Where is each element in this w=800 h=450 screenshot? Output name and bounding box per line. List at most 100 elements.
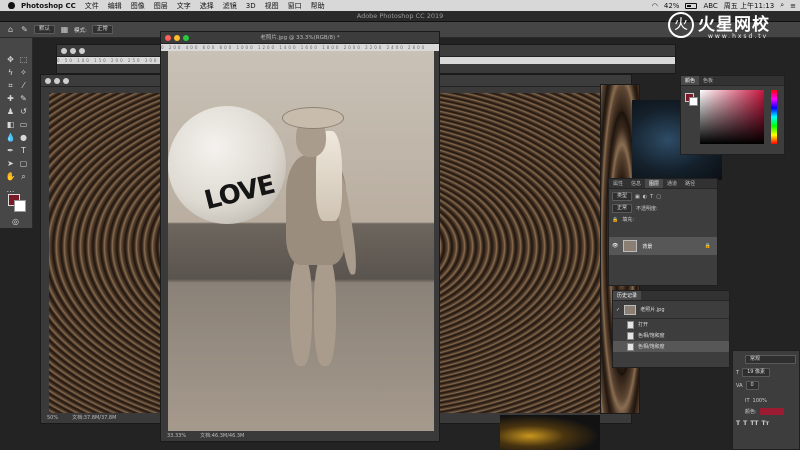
lasso-tool-icon[interactable]: ϟ [5, 67, 16, 78]
tab-layers[interactable]: 图层 [645, 179, 664, 188]
blend-mode-select[interactable]: 正常 [612, 204, 633, 213]
marquee-tool-icon[interactable]: ⬚ [18, 54, 29, 65]
font-style-select[interactable]: 常规 [745, 355, 796, 364]
history-item-open[interactable]: 打开 [613, 319, 729, 330]
crop-tool-icon[interactable]: ⌗ [5, 80, 16, 91]
zoom-tool-icon[interactable]: ⌕ [18, 171, 29, 182]
tab-paths[interactable]: 路径 [681, 179, 699, 188]
input-method[interactable]: ABC [703, 2, 717, 10]
font-size-field[interactable]: 19 像素 [742, 368, 771, 377]
tab-swatches[interactable]: 色板 [699, 76, 717, 85]
hand-tool-icon[interactable]: ✋ [5, 171, 16, 182]
zoom-icon[interactable] [79, 48, 85, 54]
filter-adjust-icon[interactable]: ◐ [643, 194, 647, 200]
layer-name[interactable]: 背景 [642, 243, 652, 250]
color-label: 颜色: [745, 409, 757, 415]
history-brush-icon[interactable]: ↺ [18, 106, 29, 117]
battery-icon[interactable] [685, 2, 698, 9]
shape-tool-icon[interactable]: ▢ [18, 158, 29, 169]
close-icon[interactable] [45, 78, 51, 84]
blur-tool-icon[interactable]: 💧 [5, 132, 16, 143]
document-window-photo[interactable]: 老照片.jpg @ 33.3%(RGB/8) * 0 200 400 600 8… [160, 31, 440, 442]
apple-icon[interactable] [8, 2, 15, 9]
home-icon[interactable]: ⌂ [6, 25, 15, 34]
menu-list-icon[interactable]: ≡ [790, 2, 796, 10]
menu-view[interactable]: 视图 [265, 1, 279, 11]
filter-type-icon[interactable]: T [650, 194, 653, 200]
quick-mask-icon[interactable]: ◎ [10, 216, 21, 227]
faux-bold-icon[interactable]: T [736, 420, 740, 427]
document-title: 老照片.jpg @ 33.3%(RGB/8) * [260, 35, 340, 41]
type-tool-icon[interactable]: T [18, 145, 29, 156]
menu-filter[interactable]: 滤镜 [223, 1, 237, 11]
history-snapshot[interactable]: ✓ 老照片.jpg [613, 301, 729, 319]
menu-edit[interactable]: 编辑 [108, 1, 122, 11]
tab-properties[interactable]: 属性 [609, 179, 627, 188]
menu-image[interactable]: 图像 [131, 1, 145, 11]
menu-window[interactable]: 窗口 [288, 1, 302, 11]
zoom-icon[interactable] [63, 78, 69, 84]
layer-filter-kind[interactable]: 类型 [612, 192, 633, 201]
mode-select[interactable]: 正常 [91, 25, 113, 34]
filter-shape-icon[interactable]: ▢ [656, 194, 661, 200]
menu-file[interactable]: 文件 [85, 1, 99, 11]
tab-channels[interactable]: 通道 [663, 179, 681, 188]
history-item-hue-sat-1[interactable]: 色相/饱和度 [613, 330, 729, 341]
tracking-field[interactable]: 0 [745, 381, 759, 390]
zoom-level[interactable]: 50% [47, 414, 58, 423]
canvas-photo[interactable]: LOVE [168, 51, 434, 431]
close-icon[interactable] [165, 35, 171, 41]
brush-icon[interactable]: ✎ [18, 93, 29, 104]
menu-app-name[interactable]: Photoshop CC [21, 2, 76, 10]
minimize-icon[interactable] [70, 48, 76, 54]
visibility-eye-icon[interactable]: 👁 [612, 243, 618, 249]
preset-picker[interactable]: 默认 [34, 25, 56, 34]
text-color-swatch[interactable] [759, 408, 784, 415]
tab-info[interactable]: 信息 [627, 179, 645, 188]
search-icon[interactable]: ⌕ [780, 1, 784, 10]
history-item-label: 打开 [638, 322, 649, 328]
layer-row-background[interactable]: 👁 背景 🔒 [609, 237, 717, 255]
document-tab-photo[interactable]: 老照片.jpg @ 33.3%(RGB/8) * [161, 32, 439, 44]
lock-icon[interactable]: 🔒 [612, 217, 618, 223]
wifi-icon[interactable]: ◠ [652, 2, 658, 10]
menu-3d[interactable]: 3D [246, 2, 256, 10]
minimize-icon[interactable] [174, 35, 180, 41]
history-item-hue-sat-2[interactable]: 色相/饱和度 [613, 341, 729, 352]
zoom-level[interactable]: 33.33% [167, 432, 186, 441]
document-icon [627, 342, 634, 351]
minimize-icon[interactable] [54, 78, 60, 84]
pen-tool-icon[interactable]: ✒ [5, 145, 16, 156]
magic-wand-icon[interactable]: ✧ [18, 67, 29, 78]
vertical-scale-value[interactable]: 100% [753, 398, 767, 404]
menu-help[interactable]: 帮助 [311, 1, 325, 11]
panel-background-swatch[interactable] [689, 97, 698, 106]
battery-percent: 42% [663, 1, 680, 10]
gradient-icon[interactable]: ▭ [18, 119, 29, 130]
dodge-tool-icon[interactable]: ● [18, 132, 29, 143]
path-select-icon[interactable]: ➤ [5, 158, 16, 169]
character-panel: 常规 T 19 像素 VA 0 IT 100% 颜色: T T TT Tт [732, 350, 800, 450]
clone-stamp-icon[interactable]: ♟ [5, 106, 16, 117]
hue-slider[interactable] [771, 90, 777, 144]
menu-select[interactable]: 选择 [200, 1, 214, 11]
menu-type[interactable]: 文字 [177, 1, 191, 11]
background-color-swatch[interactable] [14, 200, 26, 212]
brush-tool-icon[interactable]: ✎ [20, 25, 29, 34]
close-icon[interactable] [61, 48, 67, 54]
color-picker-field[interactable] [700, 90, 764, 144]
tab-history[interactable]: 历史记录 [613, 291, 642, 300]
menu-layer[interactable]: 图层 [154, 1, 168, 11]
filter-pixel-icon[interactable]: ▣ [635, 194, 640, 200]
brush-panel-icon[interactable]: ▦ [60, 25, 69, 34]
eyedropper-icon[interactable]: ⁄ [18, 80, 29, 91]
all-caps-icon[interactable]: TT [750, 420, 758, 427]
zoom-icon[interactable] [183, 35, 189, 41]
tab-color[interactable]: 颜色 [681, 76, 700, 85]
move-tool-icon[interactable]: ✥ [5, 54, 16, 65]
healing-brush-icon[interactable]: ✚ [5, 93, 16, 104]
eraser-icon[interactable]: ◧ [5, 119, 16, 130]
clock[interactable]: 周五 上午11:13 [724, 1, 774, 11]
faux-italic-icon[interactable]: T [743, 420, 747, 427]
small-caps-icon[interactable]: Tт [762, 420, 770, 427]
